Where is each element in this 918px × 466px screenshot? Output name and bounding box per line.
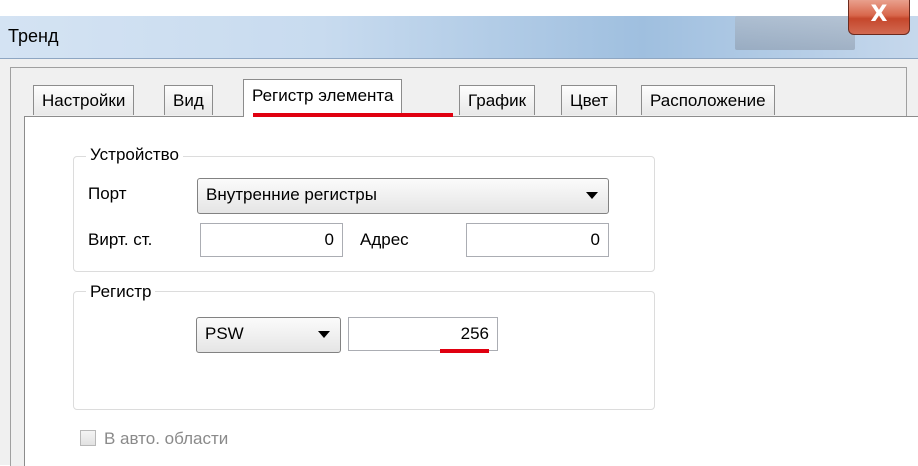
- tab-color[interactable]: Цвет: [561, 85, 618, 115]
- tab-view-label: Вид: [173, 91, 204, 110]
- tab-view[interactable]: Вид: [164, 85, 213, 115]
- register-type-value: PSW: [205, 324, 244, 343]
- port-dropdown[interactable]: Внутренние регистры: [197, 178, 609, 214]
- tab-element-register-label: Регистр элемента: [252, 86, 394, 105]
- register-number-value: 256: [460, 324, 489, 343]
- register-number-field[interactable]: 256: [348, 317, 498, 351]
- register-group-label: Регистр: [86, 282, 156, 302]
- address-value: 0: [590, 230, 600, 249]
- tab-settings-label: Настройки: [42, 91, 126, 110]
- auto-area-checkbox[interactable]: [80, 430, 96, 446]
- virt-station-field[interactable]: 0: [200, 223, 343, 257]
- address-label: Адрес: [360, 230, 409, 249]
- tab-highlight-underline: [253, 113, 453, 117]
- tab-chart[interactable]: График: [459, 85, 536, 115]
- virt-station-label: Вирт. ст.: [88, 230, 153, 249]
- tab-layout-label: Расположение: [650, 91, 766, 110]
- close-button[interactable]: X: [848, 0, 910, 35]
- title-bar-overlay: [735, 16, 855, 50]
- device-group-label: Устройство: [86, 145, 183, 165]
- tab-chart-label: График: [468, 91, 527, 110]
- port-dropdown-value: Внутренние регистры: [206, 185, 377, 204]
- tab-element-register[interactable]: Регистр элемента: [243, 79, 403, 117]
- tab-layout[interactable]: Расположение: [641, 85, 775, 115]
- tab-color-label: Цвет: [570, 91, 609, 110]
- auto-area-label: В авто. области: [104, 429, 229, 448]
- title-bar: Тренд: [0, 0, 918, 59]
- register-type-dropdown[interactable]: PSW: [196, 317, 341, 353]
- title-bar-top-strip: [0, 0, 918, 16]
- address-field[interactable]: 0: [466, 223, 609, 257]
- port-label: Порт: [88, 184, 127, 203]
- tab-settings[interactable]: Настройки: [33, 85, 135, 115]
- window-title: Тренд: [8, 26, 59, 46]
- virt-station-value: 0: [324, 230, 334, 249]
- close-icon: X: [870, 2, 888, 27]
- chevron-down-icon: [318, 331, 330, 338]
- register-number-highlight: [440, 349, 489, 353]
- chevron-down-icon: [586, 192, 598, 199]
